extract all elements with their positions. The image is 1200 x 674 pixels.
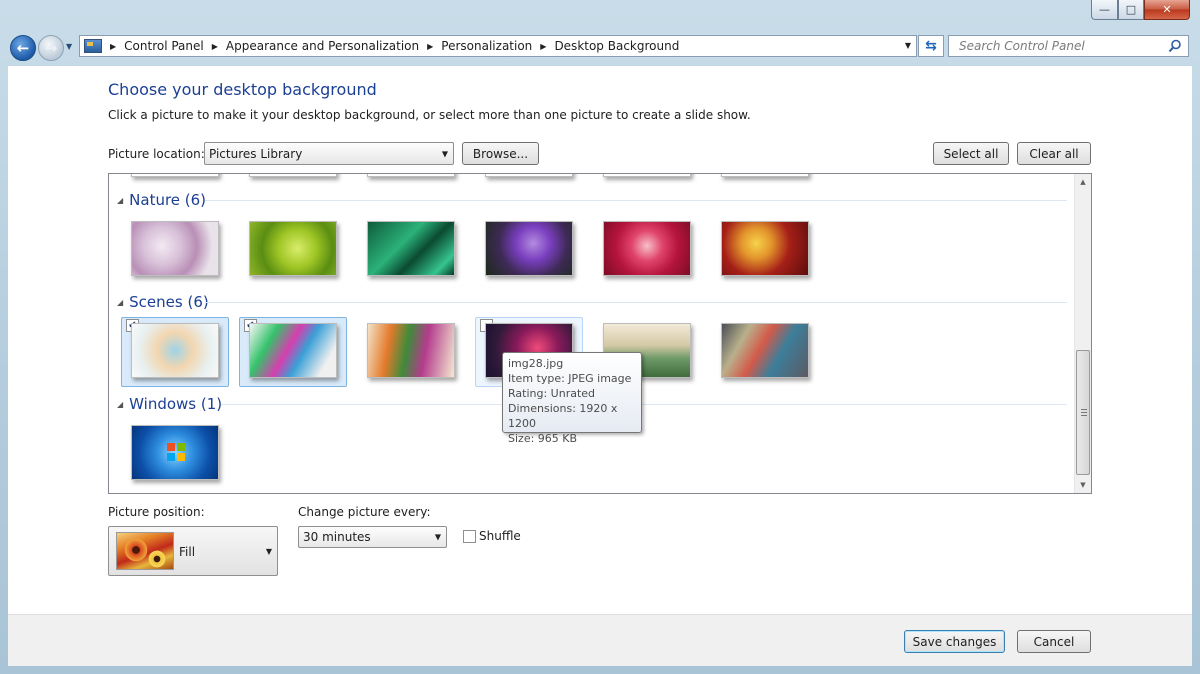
maximize-button[interactable]: □	[1118, 0, 1144, 20]
address-bar[interactable]: ▶ Control Panel ▶ Appearance and Persona…	[79, 35, 917, 57]
control-panel-icon	[84, 39, 102, 53]
group-divider	[205, 302, 1067, 303]
group-title: Windows (1)	[129, 395, 223, 413]
picture-thumbnail[interactable]	[603, 221, 691, 276]
search-box[interactable]	[948, 35, 1189, 57]
picture-thumbnail[interactable]	[131, 425, 219, 480]
cancel-button[interactable]: Cancel	[1017, 630, 1091, 653]
back-arrow-icon: ←	[16, 39, 30, 57]
clear-all-label: Clear all	[1029, 146, 1079, 161]
breadcrumb-separator-icon[interactable]: ▶	[427, 42, 433, 51]
search-input[interactable]	[957, 38, 1162, 54]
group-divider	[221, 404, 1067, 405]
picture-thumbnail[interactable]	[603, 174, 691, 177]
group-title: Scenes (6)	[129, 293, 209, 311]
picture-location-value: Pictures Library	[209, 146, 303, 161]
picture-thumbnail[interactable]	[367, 174, 455, 177]
collapse-triangle-icon[interactable]: ◢	[117, 196, 123, 205]
group-divider	[205, 200, 1067, 201]
group-title: Nature (6)	[129, 191, 207, 209]
dropdown-arrow-icon: ▼	[265, 547, 272, 556]
picture-position-dropdown[interactable]: Fill ▼	[108, 526, 278, 576]
picture-thumbnail[interactable]	[249, 221, 337, 276]
minimize-icon: —	[1099, 3, 1110, 16]
picture-thumbnail[interactable]	[721, 174, 809, 177]
back-button[interactable]: ←	[10, 35, 36, 61]
breadcrumb-desktop-background[interactable]: Desktop Background	[554, 39, 679, 53]
picture-thumbnail[interactable]	[131, 174, 219, 177]
breadcrumb-control-panel[interactable]: Control Panel	[124, 39, 204, 53]
change-picture-label: Change picture every:	[298, 505, 431, 519]
collapse-triangle-icon[interactable]: ◢	[117, 298, 123, 307]
refresh-button[interactable]: ⇆	[918, 35, 944, 57]
select-all-button[interactable]: Select all	[933, 142, 1009, 165]
vertical-scrollbar[interactable]: ▲ ▼	[1074, 174, 1091, 493]
scroll-up-icon[interactable]: ▲	[1075, 174, 1091, 190]
shuffle-label: Shuffle	[479, 529, 521, 543]
dropdown-arrow-icon: ▼	[441, 149, 448, 158]
tooltip-item-type: Item type: JPEG image	[508, 372, 632, 385]
picture-location-label: Picture location:	[108, 147, 205, 161]
refresh-icon: ⇆	[925, 38, 937, 54]
picture-thumbnail[interactable]	[131, 323, 219, 378]
position-preview-image	[116, 532, 174, 570]
browse-button-label: Browse...	[472, 146, 529, 161]
save-changes-button[interactable]: Save changes	[904, 630, 1005, 653]
breadcrumb-separator-icon[interactable]: ▶	[540, 42, 546, 51]
tooltip-dimensions: Dimensions: 1920 x 1200	[508, 402, 618, 430]
clear-all-button[interactable]: Clear all	[1017, 142, 1091, 165]
change-interval-dropdown[interactable]: 30 minutes ▼	[298, 526, 447, 548]
group-header-nature[interactable]: ◢ Nature (6)	[117, 191, 206, 209]
picture-thumbnail[interactable]	[131, 221, 219, 276]
breadcrumb-personalization[interactable]: Personalization	[441, 39, 532, 53]
checkbox-box[interactable]	[463, 529, 476, 543]
close-button[interactable]: ✕	[1144, 0, 1190, 20]
picture-position-label: Picture position:	[108, 505, 205, 519]
collapse-triangle-icon[interactable]: ◢	[117, 400, 123, 409]
breadcrumb-separator-icon[interactable]: ▶	[212, 42, 218, 51]
cancel-label: Cancel	[1033, 634, 1075, 649]
windows-logo-icon	[167, 443, 185, 461]
select-all-label: Select all	[943, 146, 999, 161]
main-content: Choose your desktop background Click a p…	[8, 66, 1192, 614]
picture-thumbnail[interactable]	[249, 174, 337, 177]
recent-pages-dropdown-icon[interactable]: ▼	[66, 42, 72, 51]
footer-bar: Save changes Cancel	[8, 614, 1192, 666]
address-dropdown-icon[interactable]: ▼	[905, 41, 911, 50]
change-interval-value: 30 minutes	[303, 530, 371, 544]
page-description: Click a picture to make it your desktop …	[108, 108, 751, 122]
picture-thumbnail[interactable]	[721, 323, 809, 378]
group-header-windows[interactable]: ◢ Windows (1)	[117, 395, 222, 413]
maximize-icon: □	[1125, 3, 1137, 16]
browse-button[interactable]: Browse...	[462, 142, 539, 165]
scroll-down-icon[interactable]: ▼	[1075, 477, 1091, 493]
minimize-button[interactable]: —	[1091, 0, 1118, 20]
title-bar: — □ ✕	[0, 0, 1200, 34]
page-title: Choose your desktop background	[108, 80, 377, 99]
group-header-scenes[interactable]: ◢ Scenes (6)	[117, 293, 209, 311]
breadcrumb-appearance[interactable]: Appearance and Personalization	[226, 39, 419, 53]
picture-thumbnail[interactable]	[367, 323, 455, 378]
shuffle-checkbox[interactable]: Shuffle	[463, 529, 521, 543]
dropdown-arrow-icon: ▼	[434, 532, 441, 542]
picture-thumbnail[interactable]	[367, 221, 455, 276]
picture-location-dropdown[interactable]: Pictures Library ▼	[204, 142, 454, 165]
picture-thumbnail[interactable]	[485, 174, 573, 177]
tooltip-filename: img28.jpg	[508, 357, 564, 370]
forward-button[interactable]: →	[38, 35, 64, 61]
close-icon: ✕	[1162, 3, 1172, 16]
picture-thumbnail[interactable]	[721, 221, 809, 276]
picture-position-value: Fill	[179, 545, 196, 559]
search-icon[interactable]	[1168, 39, 1182, 53]
picture-thumbnail[interactable]	[249, 323, 337, 378]
forward-arrow-icon: →	[44, 39, 58, 57]
tooltip-rating: Rating: Unrated	[508, 387, 596, 400]
breadcrumb-separator-icon[interactable]: ▶	[110, 42, 116, 51]
image-info-tooltip: img28.jpg Item type: JPEG image Rating: …	[502, 352, 642, 445]
tooltip-size: Size: 965 KB	[508, 432, 578, 445]
save-changes-label: Save changes	[912, 634, 997, 649]
scrollbar-thumb[interactable]	[1076, 350, 1090, 475]
picture-thumbnail[interactable]	[485, 221, 573, 276]
